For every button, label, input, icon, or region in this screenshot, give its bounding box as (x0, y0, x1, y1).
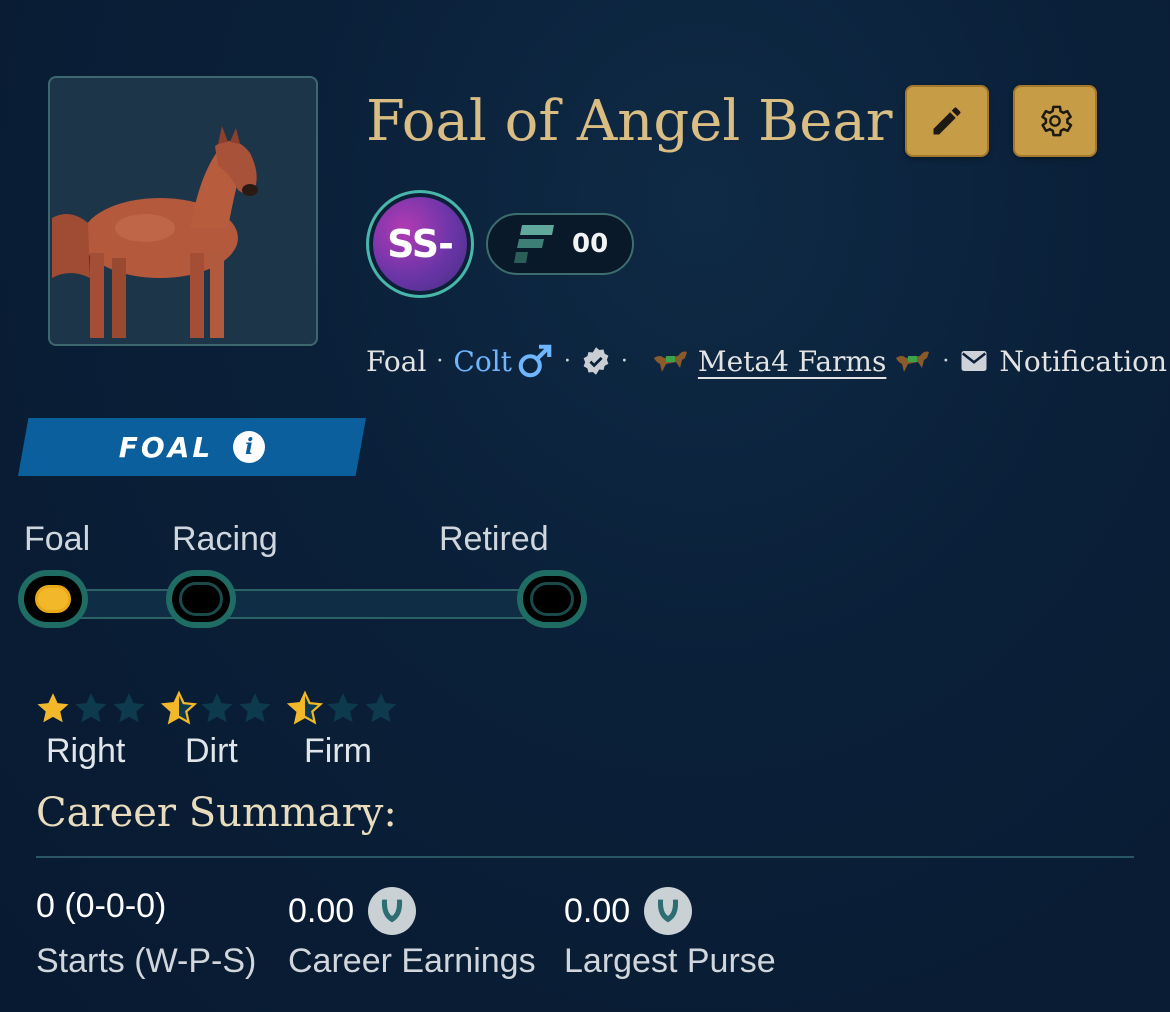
starts-value-text: 0 (0-0-0) (36, 887, 167, 925)
horse-name: Foal of Angel Bear (366, 89, 893, 154)
horseshoe-icon (644, 887, 693, 935)
gear-icon (1041, 105, 1073, 137)
f-token-pill[interactable]: 00 (486, 213, 634, 275)
grade-label: SS- (387, 222, 454, 266)
mail-icon[interactable] (959, 346, 989, 376)
star-empty-icon (113, 693, 145, 723)
career-earnings-text: 0.00 (288, 891, 355, 930)
star-half-icon (286, 690, 324, 725)
male-icon (518, 344, 552, 378)
stage-banner-label: FOAL (118, 430, 214, 464)
largest-purse-value: 0.00 (564, 887, 693, 935)
star-empty-icon (201, 693, 233, 723)
racehorse-icon (896, 351, 930, 372)
star-empty-icon (239, 693, 271, 723)
horse-image (48, 76, 318, 346)
starts-label: Starts (W-P-S) (36, 942, 257, 980)
f-count: 00 (572, 229, 609, 259)
star-empty-icon (75, 693, 107, 723)
pref-label-dirt: Dirt (185, 732, 238, 770)
edit-button[interactable] (905, 85, 989, 157)
pencil-icon (933, 107, 961, 135)
horse-meta-row: Foal · Colt · · Meta4 Farms · Notificati… (366, 336, 1170, 386)
divider (36, 856, 1134, 858)
racehorse-icon (653, 351, 687, 372)
farm-name: Meta4 Farms (697, 344, 887, 378)
separator: · (563, 348, 571, 374)
star-empty-icon (365, 693, 397, 723)
pref-label-right: Right (46, 732, 126, 770)
lifecycle-track (58, 589, 558, 619)
lifecycle-node-foal (18, 570, 88, 628)
lifecycle-node-racing (166, 570, 236, 628)
rating-stars-dirt (160, 690, 274, 728)
largest-purse-text: 0.00 (564, 891, 631, 930)
rating-stars-right (34, 690, 148, 728)
career-earnings-value: 0.00 (288, 887, 417, 935)
stage-banner: FOAL i (18, 418, 366, 476)
lifecycle-stage-racing: Racing (172, 520, 278, 558)
f-logo-icon (514, 225, 554, 263)
career-earnings-label: Career Earnings (288, 942, 536, 980)
rating-stars-firm (286, 690, 400, 728)
pref-label-firm: Firm (304, 732, 372, 770)
starts-value: 0 (0-0-0) (36, 887, 166, 926)
separator: · (436, 348, 444, 374)
farm-link[interactable]: Meta4 Farms (652, 345, 932, 378)
separator: · (942, 348, 950, 374)
separator: · (620, 348, 628, 374)
lifecycle-stage-foal: Foal (24, 520, 91, 558)
grade-badge: SS- (366, 190, 474, 298)
career-summary-title: Career Summary: (36, 790, 397, 836)
gender-label: Colt (453, 344, 512, 378)
age-stage: Foal (366, 344, 427, 378)
horse-illustration (52, 126, 258, 338)
lifecycle-node-retired (517, 570, 587, 628)
largest-purse-label: Largest Purse (564, 942, 776, 980)
info-icon[interactable]: i (233, 431, 266, 463)
star-full-icon (37, 693, 69, 723)
horseshoe-icon (368, 887, 417, 935)
star-half-icon (160, 690, 198, 725)
verified-icon (583, 347, 609, 375)
notifications-link[interactable]: Notification (999, 345, 1167, 378)
settings-button[interactable] (1013, 85, 1097, 157)
lifecycle-stage-retired: Retired (439, 520, 549, 558)
star-empty-icon (327, 693, 359, 723)
